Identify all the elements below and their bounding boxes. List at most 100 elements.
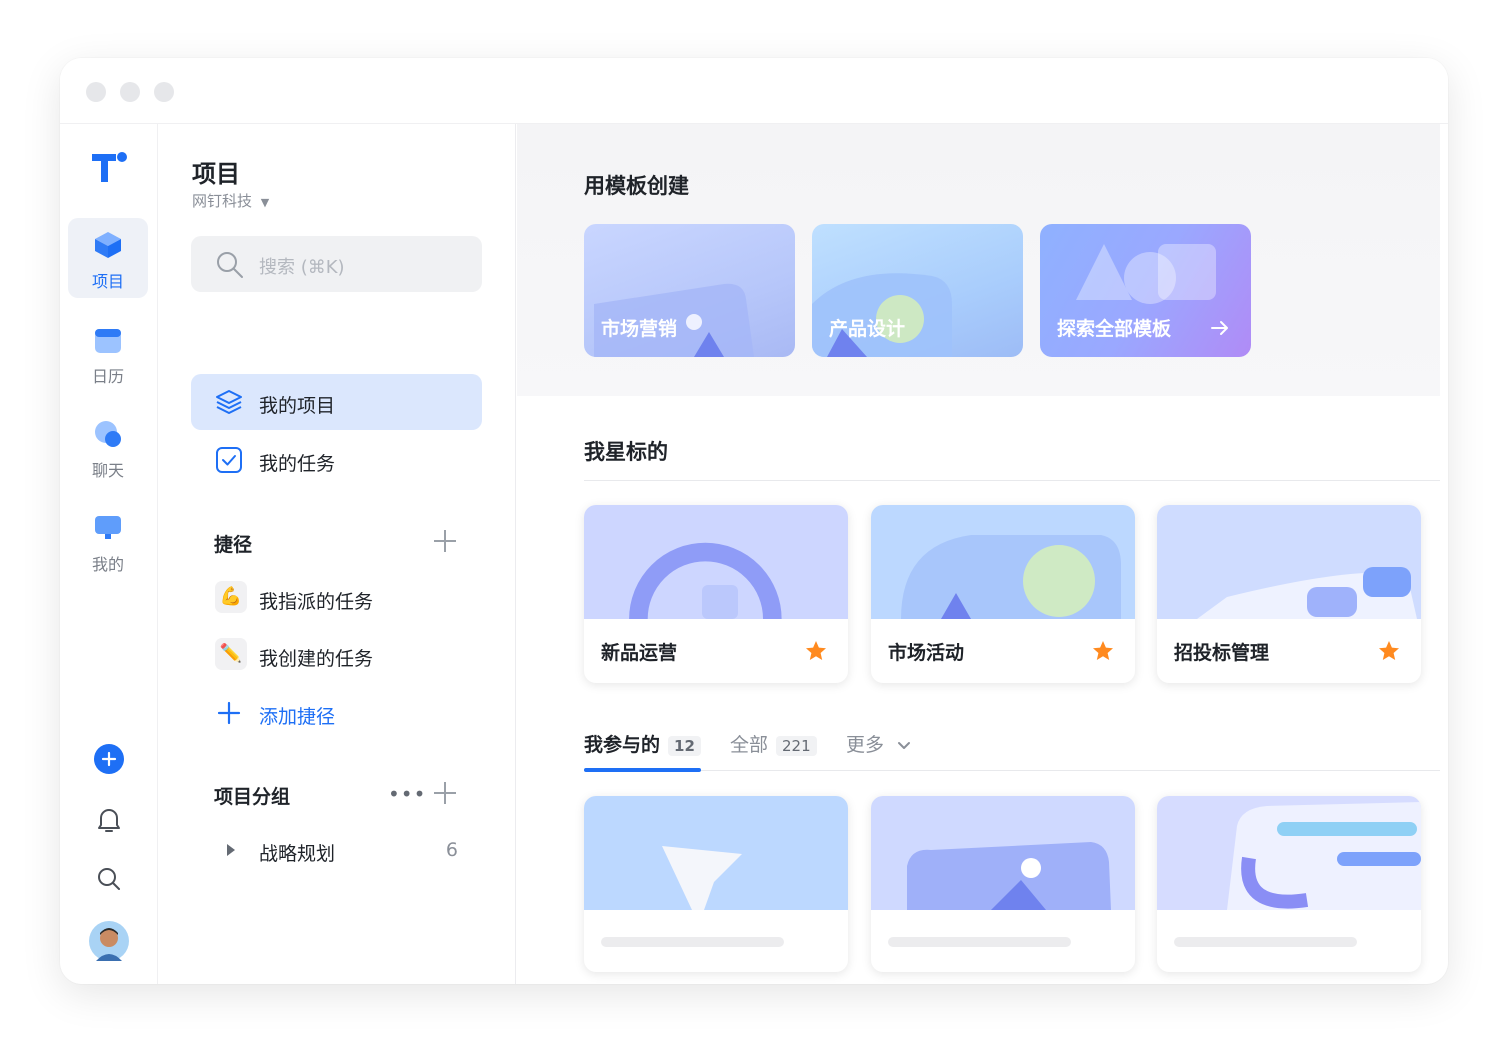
page-title: 项目 xyxy=(192,160,240,188)
ring-illustration xyxy=(584,505,848,619)
layers-icon xyxy=(216,390,242,414)
more-dots-icon[interactable]: ••• xyxy=(388,782,426,806)
add-shortcut-plus-icon[interactable] xyxy=(434,530,456,552)
buttons-illustration xyxy=(1157,505,1421,619)
groups-heading: 项目分组 xyxy=(214,786,291,808)
search-placeholder: 搜索 (⌘K) xyxy=(259,257,345,278)
group-item[interactable]: 战略规划 6 xyxy=(191,822,482,878)
calendar-icon xyxy=(95,329,121,353)
active-tab-indicator xyxy=(584,768,701,772)
org-switcher[interactable]: 网钉科技 ▼ xyxy=(192,190,269,211)
rail-item-label: 项目 xyxy=(91,272,124,291)
template-label: 探索全部模板 xyxy=(1057,318,1172,340)
search-input[interactable]: 搜索 (⌘K) xyxy=(191,236,482,292)
window-minimize-button[interactable] xyxy=(120,82,140,102)
chevron-down-icon xyxy=(898,741,911,749)
notifications-button[interactable] xyxy=(60,806,158,838)
tab-more[interactable]: 更多 xyxy=(846,730,912,757)
nav-my-tasks[interactable]: 我的任务 xyxy=(191,432,482,488)
toggle-illustration xyxy=(871,505,1135,619)
cursor-illustration xyxy=(584,796,848,910)
starred-card-new-product-ops[interactable]: 新品运营 xyxy=(584,505,848,683)
arrow-right-icon xyxy=(1211,321,1228,335)
rail-item-label: 聊天 xyxy=(91,461,124,480)
user-avatar-button[interactable] xyxy=(60,921,158,965)
rail-item-calendar[interactable]: 日历 xyxy=(68,313,148,393)
placeholder-bar xyxy=(601,937,784,947)
star-icon[interactable] xyxy=(1377,639,1401,663)
image-illustration xyxy=(871,796,1135,910)
project-card[interactable] xyxy=(871,796,1135,972)
tab-participating[interactable]: 我参与的 12 xyxy=(584,730,701,757)
shortcut-label: 我指派的任务 xyxy=(259,591,374,613)
rail-item-label: 我的 xyxy=(91,555,124,574)
window-close-button[interactable] xyxy=(86,82,106,102)
tab-label: 全部 xyxy=(730,734,769,756)
tab-label: 更多 xyxy=(846,734,885,756)
flexed-biceps-icon: 💪 xyxy=(215,581,247,613)
caret-down-icon: ▼ xyxy=(260,196,270,209)
rail-item-label: 日历 xyxy=(91,367,124,386)
star-icon[interactable] xyxy=(1091,639,1115,663)
project-cube-icon xyxy=(95,232,121,258)
starred-heading: 我星标的 xyxy=(584,440,668,464)
left-rail: 项目 日历 聊天 我的 xyxy=(60,124,158,984)
template-label: 市场营销 xyxy=(601,318,678,340)
nav-my-projects[interactable]: 我的项目 xyxy=(191,374,482,430)
add-group-plus-icon[interactable] xyxy=(434,782,456,804)
org-name: 网钉科技 xyxy=(192,192,253,210)
add-shortcut-label: 添加捷径 xyxy=(259,706,336,728)
project-card[interactable] xyxy=(1157,796,1421,972)
add-circle-icon xyxy=(94,744,124,774)
template-card-marketing[interactable]: 市场营销 xyxy=(584,224,795,357)
template-card-product[interactable]: 产品设计 xyxy=(812,224,1023,357)
templates-heading: 用模板创建 xyxy=(584,174,689,198)
checkbox-icon xyxy=(216,447,242,473)
window-maximize-button[interactable] xyxy=(154,82,174,102)
project-name: 招投标管理 xyxy=(1174,642,1270,664)
project-card[interactable] xyxy=(584,796,848,972)
global-search-button[interactable] xyxy=(60,866,158,896)
main-content: 用模板创建 市场营销 产品设计 探索全部模板 我星标的 新品运营 市场活动 招投… xyxy=(517,124,1448,984)
tab-all[interactable]: 全部 221 xyxy=(730,730,817,757)
app-logo-icon xyxy=(92,152,127,182)
tab-count: 12 xyxy=(668,736,701,756)
project-nav-panel: 项目 网钉科技 ▼ 搜索 (⌘K) 我的项目 我的任务 捷径 💪 我指派的任务 … xyxy=(158,124,516,984)
shortcut-label: 我创建的任务 xyxy=(259,648,374,670)
caret-right-icon xyxy=(227,844,235,856)
template-label: 产品设计 xyxy=(829,318,906,340)
rail-item-chat[interactable]: 聊天 xyxy=(68,407,148,487)
nav-label: 我的项目 xyxy=(259,395,336,417)
placeholder-bar xyxy=(1174,937,1357,947)
group-count: 6 xyxy=(445,839,458,861)
avatar xyxy=(89,921,129,961)
star-icon[interactable] xyxy=(804,639,828,663)
rail-item-mine[interactable]: 我的 xyxy=(68,501,148,581)
template-card-explore-all[interactable]: 探索全部模板 xyxy=(1040,224,1251,357)
starred-card-market-activity[interactable]: 市场活动 xyxy=(871,505,1135,683)
section-divider xyxy=(584,480,1440,481)
shortcuts-heading: 捷径 xyxy=(214,534,253,556)
shortcut-item-assigned[interactable]: 💪 我指派的任务 xyxy=(191,570,482,626)
tabs-divider xyxy=(584,770,1440,771)
placeholder-bar xyxy=(888,937,1071,947)
add-shortcut-link[interactable]: 添加捷径 xyxy=(191,685,482,741)
app-window: 项目 日历 聊天 我的 项目 网钉科技 ▼ 搜索 (⌘K) 我的项目 我的任务 … xyxy=(60,58,1448,984)
group-label: 战略规划 xyxy=(259,843,336,865)
bell-icon xyxy=(98,809,120,832)
tab-count: 221 xyxy=(776,736,817,756)
my-monitor-icon xyxy=(95,516,121,539)
add-button[interactable] xyxy=(60,744,158,778)
project-name: 市场活动 xyxy=(888,642,965,664)
tab-label: 我参与的 xyxy=(584,734,661,756)
starred-card-bidding-management[interactable]: 招投标管理 xyxy=(1157,505,1421,683)
search-icon xyxy=(98,868,120,890)
title-bar xyxy=(60,58,1448,124)
plus-icon xyxy=(217,701,241,725)
rail-item-project[interactable]: 项目 xyxy=(68,218,148,298)
nav-label: 我的任务 xyxy=(259,453,336,475)
project-name: 新品运营 xyxy=(601,642,678,664)
shortcut-item-created[interactable]: ✏️ 我创建的任务 xyxy=(191,627,482,683)
chat-bubble-icon xyxy=(95,421,121,447)
pencil-icon: ✏️ xyxy=(215,638,247,670)
